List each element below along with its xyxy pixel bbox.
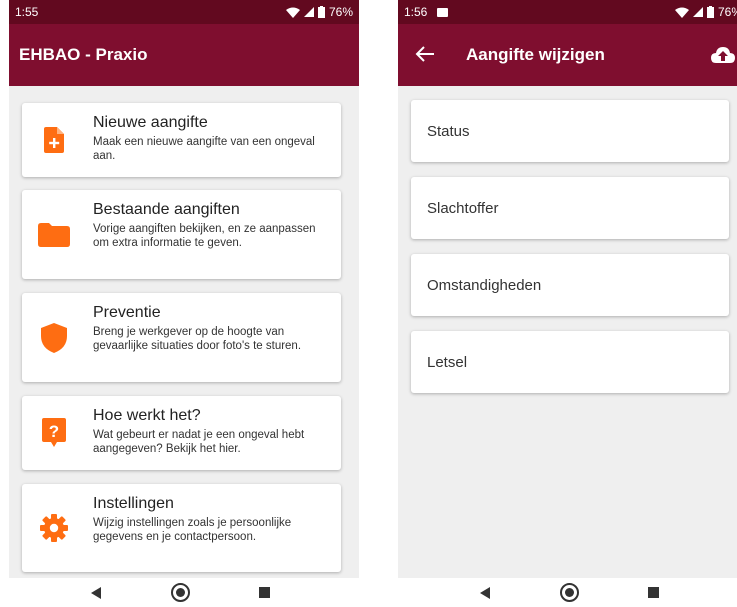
signal-icon: [303, 7, 314, 17]
battery-icon: [706, 6, 714, 18]
status-time: 1:56: [404, 5, 428, 19]
menu-card-title: Nieuwe aangifte: [93, 114, 208, 131]
edit-report-screen: 1:56 76% Aangifte wijzigen Status Slacht…: [398, 0, 737, 607]
system-nav-bar: [9, 578, 359, 607]
gear-icon: [36, 510, 72, 546]
nav-home-icon[interactable]: [171, 583, 190, 602]
menu-card-description: Maak een nieuwe aangifte van een ongeval…: [93, 136, 315, 162]
app-title: Aangifte wijzigen: [466, 45, 605, 64]
status-bar: 1:56 76%: [398, 0, 737, 24]
app-bar: EHBAO - Praxio: [9, 24, 359, 86]
status-indicators: 76%: [674, 5, 737, 19]
menu-card-description: Wijzig instellingen zoals je persoonlijk…: [93, 517, 292, 543]
app-title: EHBAO - Praxio: [19, 45, 148, 64]
help-question-icon: ?: [36, 415, 72, 451]
nav-back-icon[interactable]: [91, 587, 101, 599]
folder-icon: [36, 217, 72, 253]
menu-card-existing-reports[interactable]: Bestaande aangiften Vorige aangiften bek…: [22, 190, 341, 279]
menu-list: Nieuwe aangifte Maak een nieuwe aangifte…: [9, 86, 359, 578]
wifi-icon: [674, 7, 689, 18]
battery-icon: [317, 6, 325, 18]
menu-card-description: Vorige aangiften bekijken, en ze aanpass…: [93, 223, 316, 249]
menu-card-text: Hoe werkt het? Wat gebeurt er nadat je e…: [93, 406, 331, 456]
system-nav-bar: [398, 578, 737, 607]
menu-card-title: Preventie: [93, 304, 161, 321]
svg-text:?: ?: [49, 422, 59, 441]
menu-card-description: Breng je werkgever op de hoogte van geva…: [93, 326, 302, 352]
battery-percent: 76%: [328, 5, 353, 19]
main-menu-screen: 1:55 76% EHBAO - Praxio Nieuwe aangifte …: [9, 0, 359, 607]
image-notification-icon: [437, 7, 449, 17]
menu-card-how-it-works[interactable]: ? Hoe werkt het? Wat gebeurt er nadat je…: [22, 396, 341, 470]
nav-back-icon[interactable]: [480, 587, 490, 599]
document-plus-icon: [36, 122, 72, 158]
option-injury[interactable]: Letsel: [411, 331, 729, 393]
menu-card-prevention[interactable]: Preventie Breng je werkgever op de hoogt…: [22, 293, 341, 382]
nav-recents-icon[interactable]: [648, 587, 659, 598]
menu-card-text: Bestaande aangiften Vorige aangiften bek…: [93, 200, 331, 250]
menu-card-description: Wat gebeurt er nadat je een ongeval hebt…: [93, 429, 305, 455]
menu-card-text: Instellingen Wijzig instellingen zoals j…: [93, 494, 331, 544]
menu-card-title: Hoe werkt het?: [93, 407, 201, 424]
shield-icon: [36, 320, 72, 356]
menu-card-text: Preventie Breng je werkgever op de hoogt…: [93, 303, 331, 353]
wifi-icon: [285, 7, 300, 18]
menu-card-title: Instellingen: [93, 495, 174, 512]
option-circumstances[interactable]: Omstandigheden: [411, 254, 729, 316]
app-bar: Aangifte wijzigen: [398, 24, 737, 86]
status-bar: 1:55 76%: [9, 0, 359, 24]
status-indicators: 76%: [285, 5, 353, 19]
option-status[interactable]: Status: [411, 100, 729, 162]
nav-home-icon[interactable]: [560, 583, 579, 602]
options-list: Status Slachtoffer Omstandigheden Letsel: [398, 86, 737, 578]
signal-icon: [692, 7, 703, 17]
back-arrow-icon[interactable]: [414, 43, 436, 65]
menu-card-text: Nieuwe aangifte Maak een nieuwe aangifte…: [93, 113, 331, 163]
nav-recents-icon[interactable]: [259, 587, 270, 598]
menu-card-settings[interactable]: Instellingen Wijzig instellingen zoals j…: [22, 484, 341, 572]
cloud-upload-icon[interactable]: [710, 42, 736, 68]
option-victim[interactable]: Slachtoffer: [411, 177, 729, 239]
status-time: 1:55: [15, 5, 39, 19]
menu-card-new-report[interactable]: Nieuwe aangifte Maak een nieuwe aangifte…: [22, 103, 341, 177]
menu-card-title: Bestaande aangiften: [93, 201, 240, 218]
battery-percent: 76%: [717, 5, 737, 19]
